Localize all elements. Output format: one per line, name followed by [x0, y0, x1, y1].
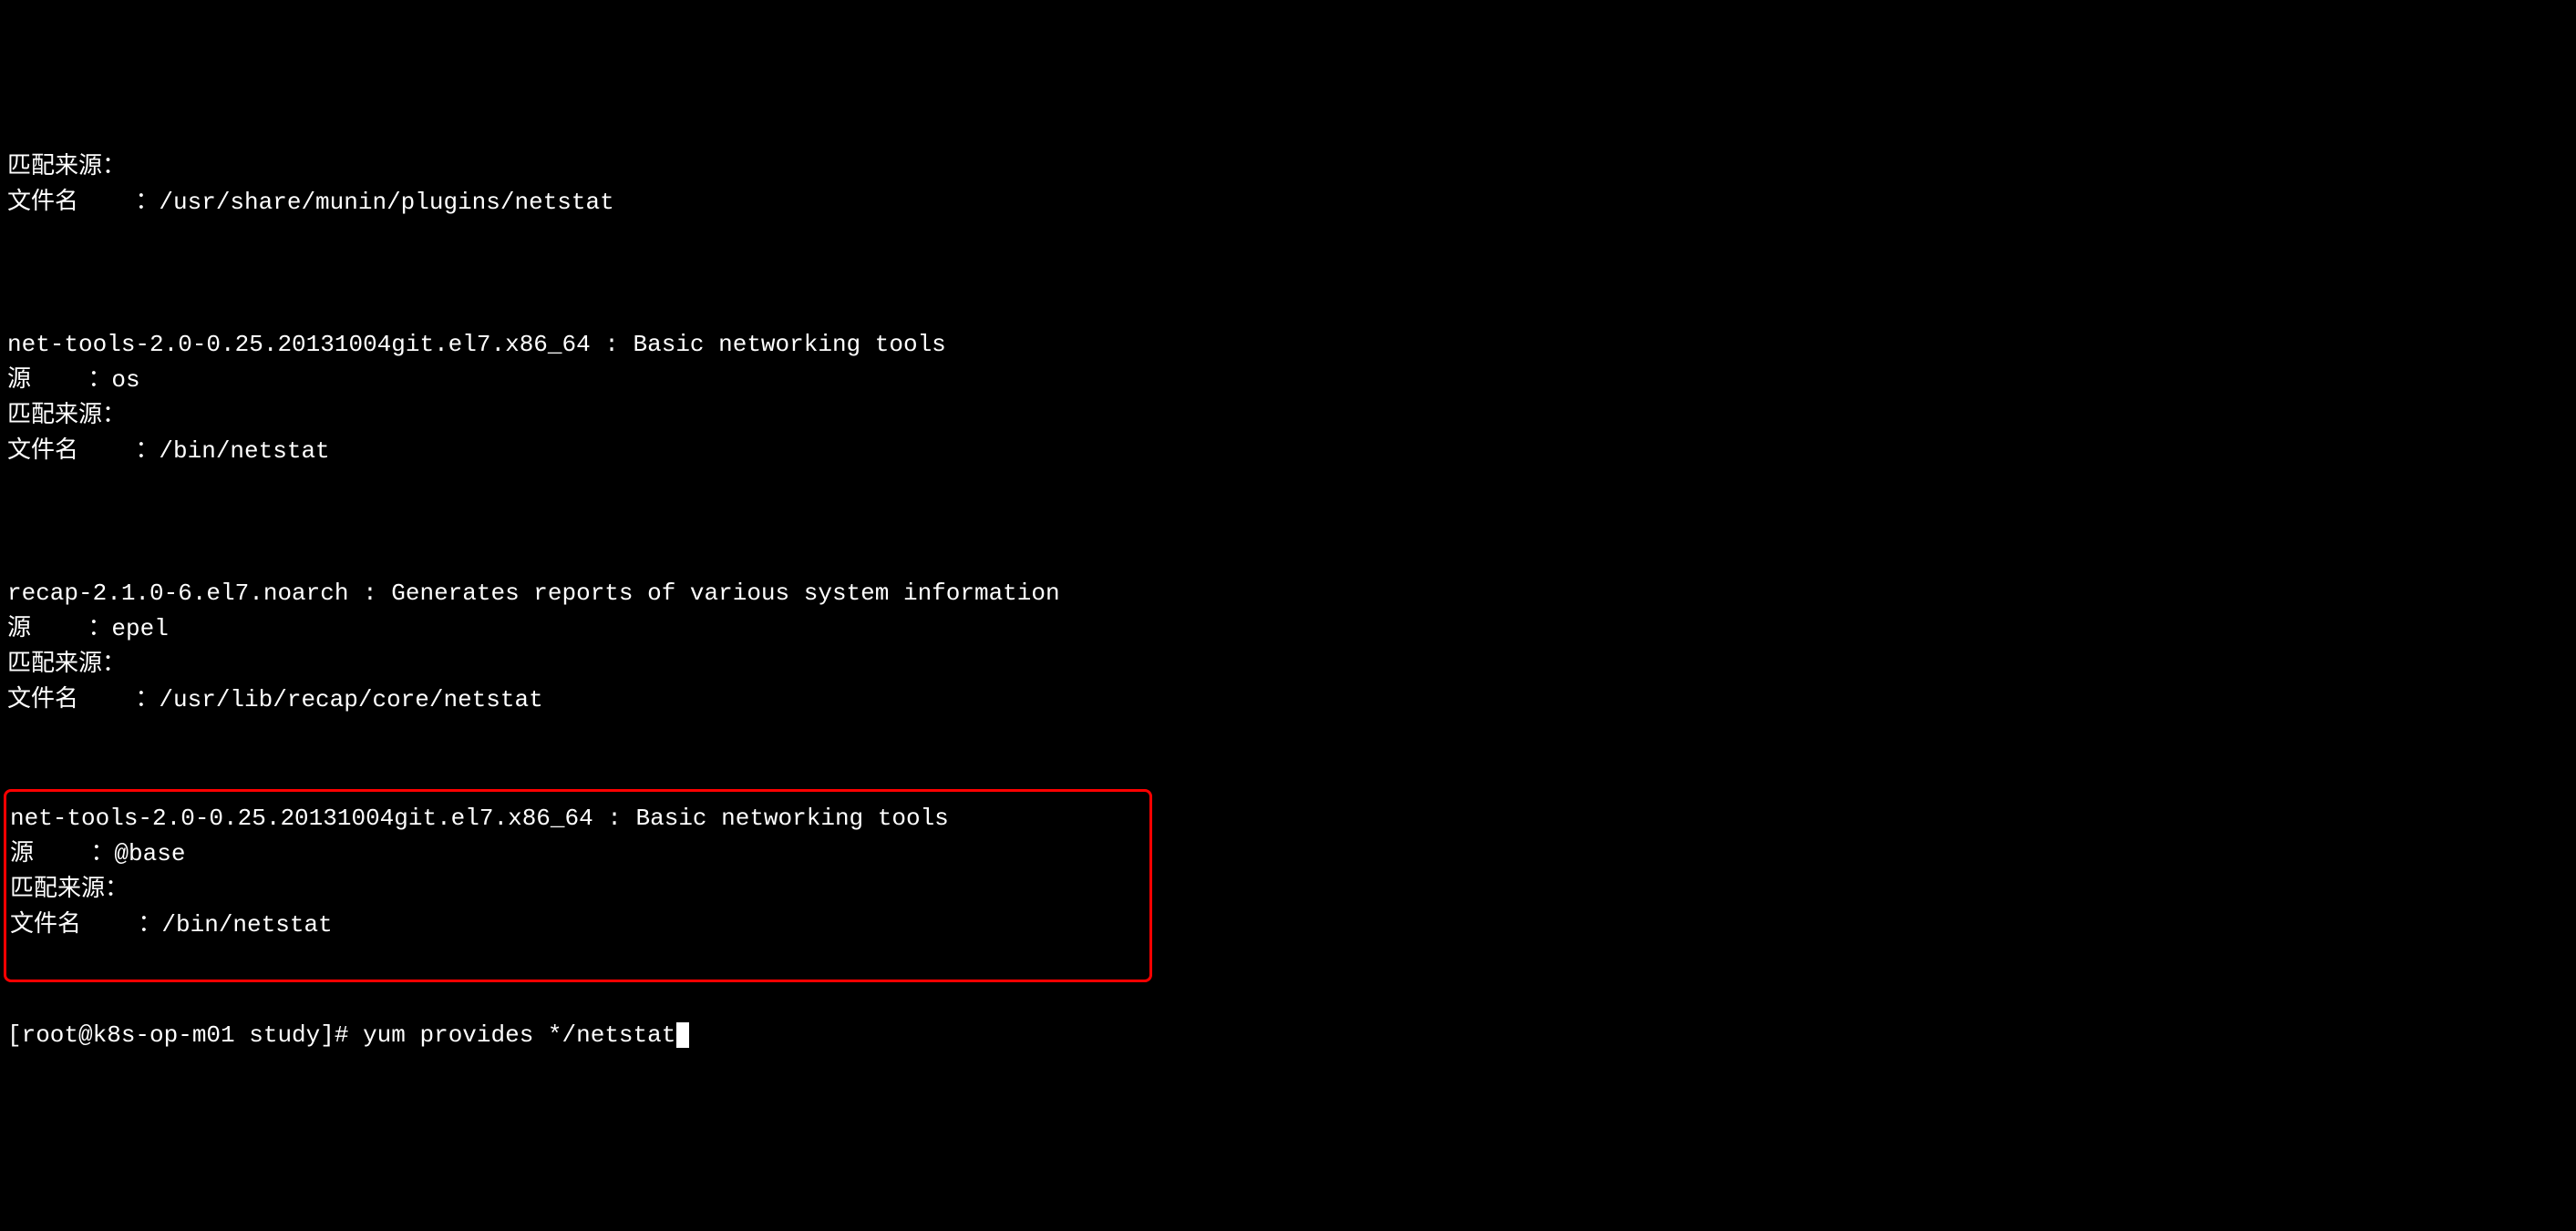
match-from-label: 匹配来源：: [7, 402, 126, 429]
source-label: 源 ：: [7, 615, 111, 642]
match-from-label: 匹配来源：: [7, 153, 126, 180]
command-input[interactable]: yum provides */netstat: [363, 1021, 675, 1049]
cursor-icon: [676, 1022, 689, 1048]
source-value: epel: [111, 615, 168, 642]
match-from-label: 匹配来源：: [7, 651, 126, 678]
package-name: net-tools-2.0-0.25.20131004git.el7.x86_6…: [10, 805, 949, 832]
filename-value: /usr/lib/recap/core/netstat: [159, 686, 542, 713]
filename-value: /bin/netstat: [161, 911, 332, 939]
source-label: 源 ：: [10, 840, 114, 867]
shell-prompt: [root@k8s-op-m01 study]#: [7, 1021, 348, 1049]
filename-label: 文件名 ：: [10, 911, 161, 939]
highlighted-result: net-tools-2.0-0.25.20131004git.el7.x86_6…: [4, 789, 1152, 982]
filename-label: 文件名 ：: [7, 189, 159, 216]
filename-value: /bin/netstat: [159, 437, 329, 465]
source-label: 源 ：: [7, 366, 111, 394]
package-name: recap-2.1.0-6.el7.noarch : Generates rep…: [7, 580, 1060, 607]
source-value: os: [111, 366, 139, 394]
match-from-label: 匹配来源：: [10, 876, 129, 903]
terminal-output[interactable]: 匹配来源： 文件名 ：/usr/share/munin/plugins/nets…: [7, 149, 2569, 1053]
filename-value: /usr/share/munin/plugins/netstat: [159, 189, 613, 216]
filename-label: 文件名 ：: [7, 437, 159, 465]
package-name: net-tools-2.0-0.25.20131004git.el7.x86_6…: [7, 331, 946, 358]
filename-label: 文件名 ：: [7, 686, 159, 713]
source-value: @base: [114, 840, 185, 867]
